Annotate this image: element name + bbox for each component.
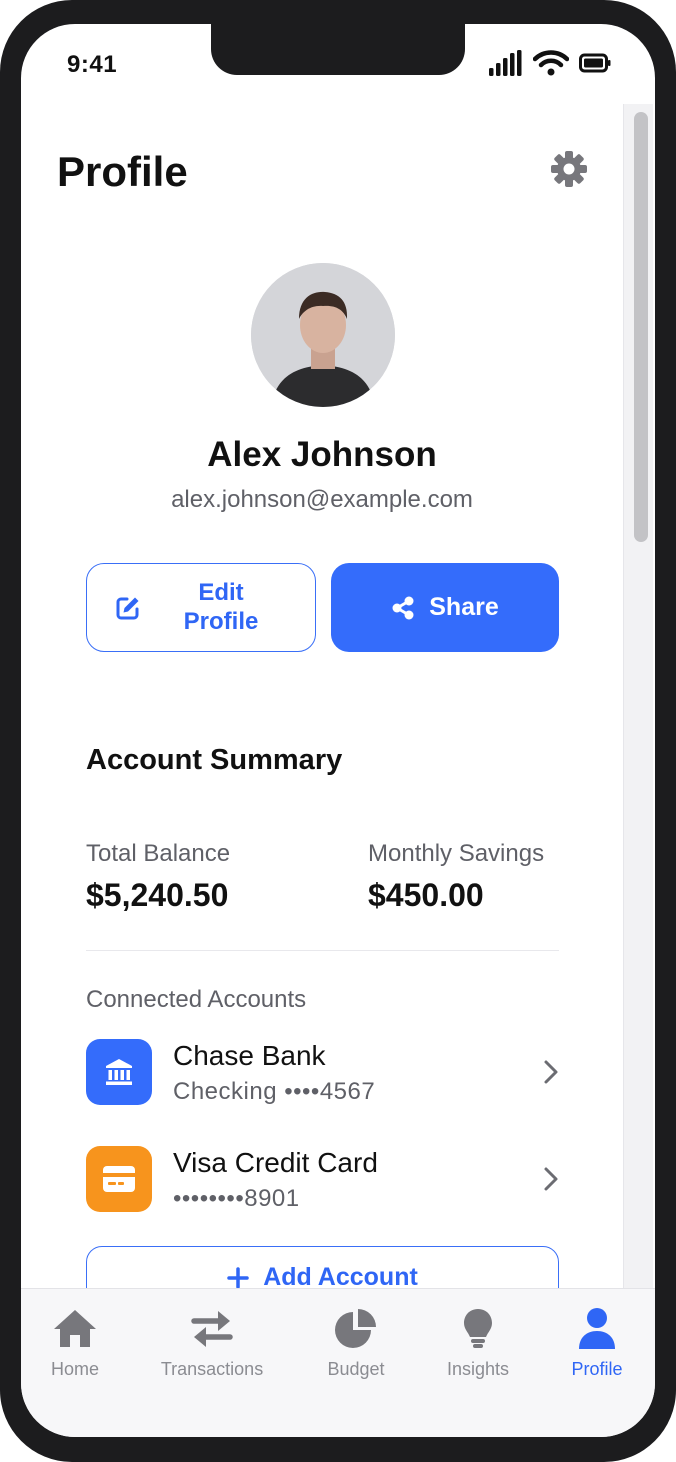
account-name: Chase Bank xyxy=(173,1040,326,1071)
account-summary-title: Account Summary xyxy=(86,744,343,776)
signal-icon xyxy=(489,50,522,76)
tab-profile[interactable]: Profile xyxy=(532,1289,655,1399)
tab-label: Budget xyxy=(327,1359,385,1379)
status-time: 9:41 xyxy=(67,51,118,78)
monthly-savings-value: $450.00 xyxy=(368,877,484,913)
battery-icon xyxy=(579,53,611,73)
tab-label: Profile xyxy=(571,1359,623,1379)
tab-bar: Home Transactions Budget Insights Profil… xyxy=(21,1288,655,1437)
bank-tile xyxy=(86,1039,152,1105)
user-name: Alex Johnson xyxy=(207,435,437,474)
user-email: alex.johnson@example.com xyxy=(171,486,473,513)
account-item-chase[interactable]: Chase Bank Checking ••••4567 xyxy=(86,1039,559,1105)
account-item-visa[interactable]: Visa Credit Card ••••••••8901 xyxy=(86,1146,559,1212)
scrollbar[interactable] xyxy=(623,104,653,1289)
edit-icon xyxy=(116,597,139,620)
scrollbar-thumb[interactable] xyxy=(634,112,648,542)
lightbulb-icon xyxy=(464,1309,492,1348)
total-balance-value: $5,240.50 xyxy=(86,877,229,913)
total-balance-label: Total Balance xyxy=(86,840,231,867)
transfer-arrows-icon xyxy=(191,1311,233,1347)
wifi-icon xyxy=(533,50,569,76)
plus-icon xyxy=(227,1266,249,1289)
credit-card-icon xyxy=(103,1166,135,1192)
page-title: Profile xyxy=(57,148,188,195)
tab-transactions[interactable]: Transactions xyxy=(147,1289,277,1399)
avatar[interactable] xyxy=(251,263,395,407)
status-icons xyxy=(489,50,611,76)
tab-home[interactable]: Home xyxy=(21,1289,140,1399)
bank-icon xyxy=(106,1059,132,1085)
divider xyxy=(86,950,559,951)
edit-profile-label: Edit Profile xyxy=(171,578,271,636)
home-icon xyxy=(54,1310,96,1347)
monthly-savings-label: Monthly Savings xyxy=(368,840,545,867)
gear-icon[interactable] xyxy=(550,150,588,188)
phone-frame: 9:41 Profile Alex Johnson alex.johnson@e… xyxy=(0,0,676,1462)
chevron-right-icon xyxy=(544,1167,558,1191)
connected-accounts-title: Connected Accounts xyxy=(86,986,307,1013)
pie-chart-icon xyxy=(335,1309,376,1348)
notch xyxy=(211,24,465,75)
card-tile xyxy=(86,1146,152,1212)
tab-label: Insights xyxy=(446,1359,510,1379)
account-name: Visa Credit Card xyxy=(173,1147,378,1178)
edit-label-line1: Edit xyxy=(198,579,244,606)
screen: 9:41 Profile Alex Johnson alex.johnson@e… xyxy=(21,24,655,1437)
share-icon xyxy=(392,596,414,619)
share-label: Share xyxy=(429,593,499,621)
tab-label: Home xyxy=(50,1359,99,1379)
chevron-right-icon xyxy=(544,1060,558,1084)
edit-profile-button[interactable]: Edit Profile xyxy=(86,563,316,652)
account-detail: ••••••••8901 xyxy=(173,1185,300,1212)
edit-label-line2: Profile xyxy=(183,608,259,635)
account-detail: Checking ••••4567 xyxy=(173,1078,376,1105)
share-button[interactable]: Share xyxy=(331,563,559,652)
tab-label: Transactions xyxy=(160,1359,264,1379)
avatar-photo xyxy=(251,263,395,407)
tab-budget[interactable]: Budget xyxy=(291,1289,421,1399)
tab-insights[interactable]: Insights xyxy=(413,1289,543,1399)
user-icon xyxy=(579,1308,615,1349)
